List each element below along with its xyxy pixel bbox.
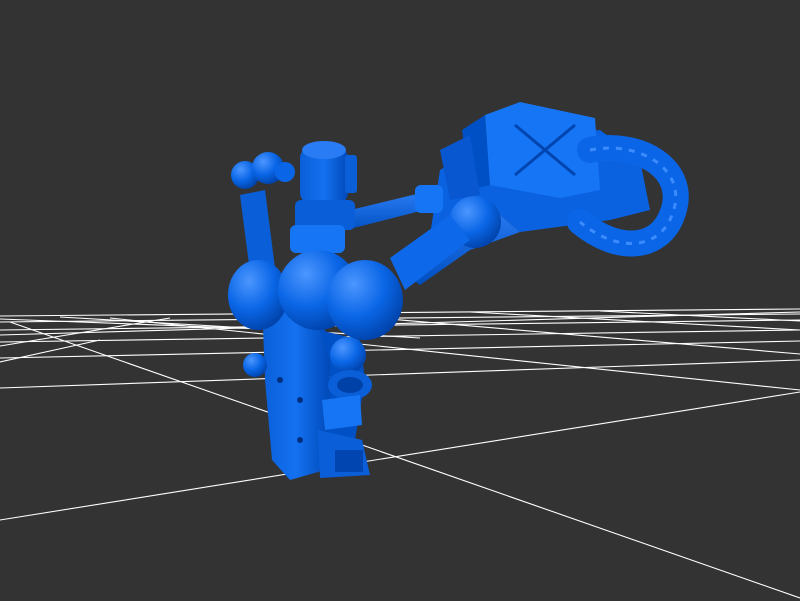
- robot-arm-model[interactable]: [228, 102, 689, 480]
- central-column: [290, 141, 357, 253]
- shoulder-front: [327, 260, 403, 340]
- scene-canvas[interactable]: [0, 0, 800, 601]
- 3d-viewport[interactable]: [0, 0, 800, 601]
- ground-grid: [0, 308, 800, 599]
- left-arm: [231, 152, 295, 272]
